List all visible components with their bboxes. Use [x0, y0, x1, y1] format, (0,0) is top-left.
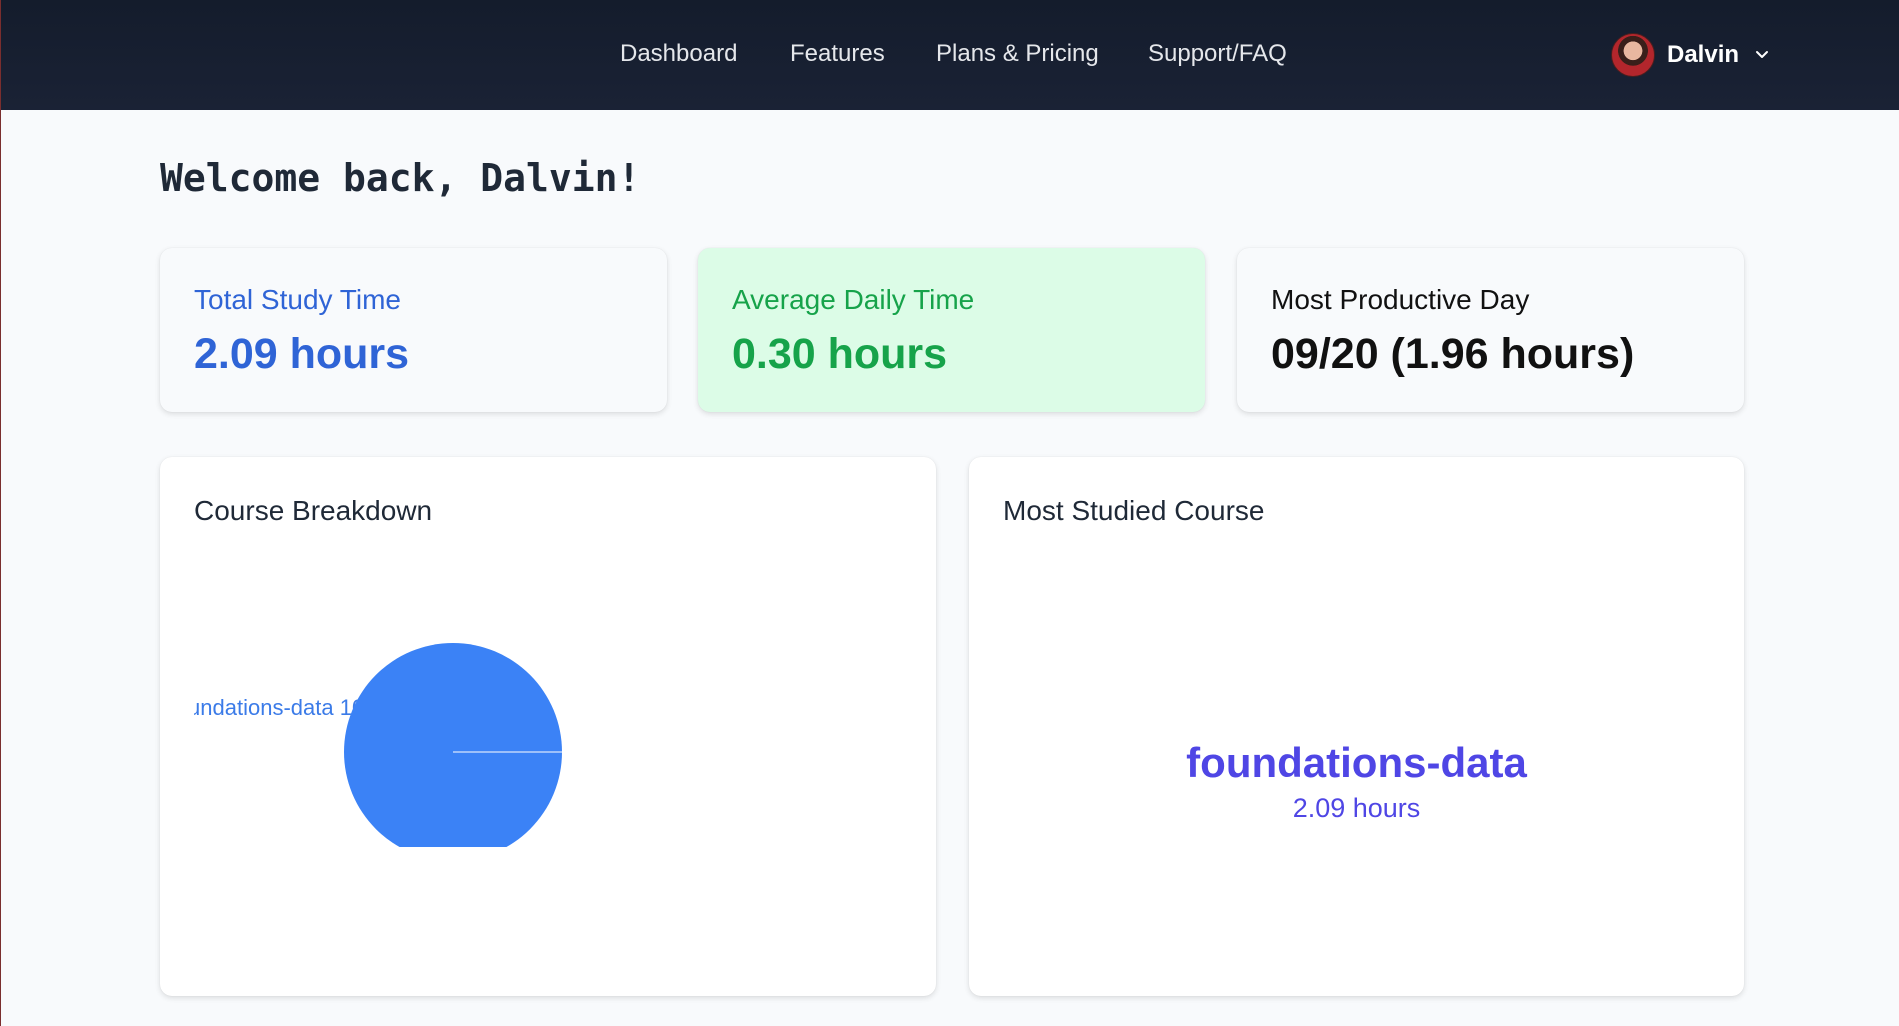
- user-menu-button[interactable]: Dalvin: [1611, 32, 1771, 78]
- stat-card-total-study-time: Total Study Time 2.09 hours: [160, 248, 667, 412]
- stat-value: 0.30 hours: [732, 330, 948, 378]
- nav-link-features[interactable]: Features: [790, 40, 885, 68]
- stat-label: Most Productive Day: [1271, 284, 1530, 315]
- pie-chart: [344, 643, 562, 847]
- stat-label: Average Daily Time: [732, 284, 975, 315]
- stat-card-most-productive-day: Most Productive Day 09/20 (1.96 hours): [1237, 248, 1744, 412]
- nav-link-plans-pricing[interactable]: Plans & Pricing: [936, 40, 1099, 68]
- course-breakdown-panel: Course Breakdown foundations-data 100%: [160, 457, 936, 996]
- nav-link-support-faq[interactable]: Support/FAQ: [1148, 40, 1287, 68]
- pie-slice-foundations-data: [344, 643, 562, 847]
- most-studied-course-name: foundations-data: [1186, 739, 1527, 786]
- avatar: [1611, 33, 1655, 77]
- stat-label: Total Study Time: [194, 284, 401, 315]
- most-studied-course-panel: Most Studied Course foundations-data 2.0…: [969, 457, 1744, 996]
- most-studied-course-hours: 2.09 hours: [1292, 793, 1421, 823]
- stat-value: 09/20 (1.96 hours): [1271, 330, 1635, 378]
- top-navbar: Dashboard Features Plans & Pricing Suppo…: [1, 0, 1899, 110]
- chevron-down-icon: [1756, 51, 1769, 58]
- panel-title: Course Breakdown: [194, 495, 433, 526]
- stat-value: 2.09 hours: [194, 330, 410, 378]
- panel-title: Most Studied Course: [1003, 495, 1265, 526]
- nav-link-dashboard[interactable]: Dashboard: [620, 40, 737, 68]
- stat-card-average-daily-time: Average Daily Time 0.30 hours: [698, 248, 1205, 412]
- page-title: Welcome back, Dalvin!: [160, 156, 641, 200]
- user-name: Dalvin: [1667, 41, 1740, 68]
- pie-chart-area: foundations-data 100%: [194, 607, 614, 847]
